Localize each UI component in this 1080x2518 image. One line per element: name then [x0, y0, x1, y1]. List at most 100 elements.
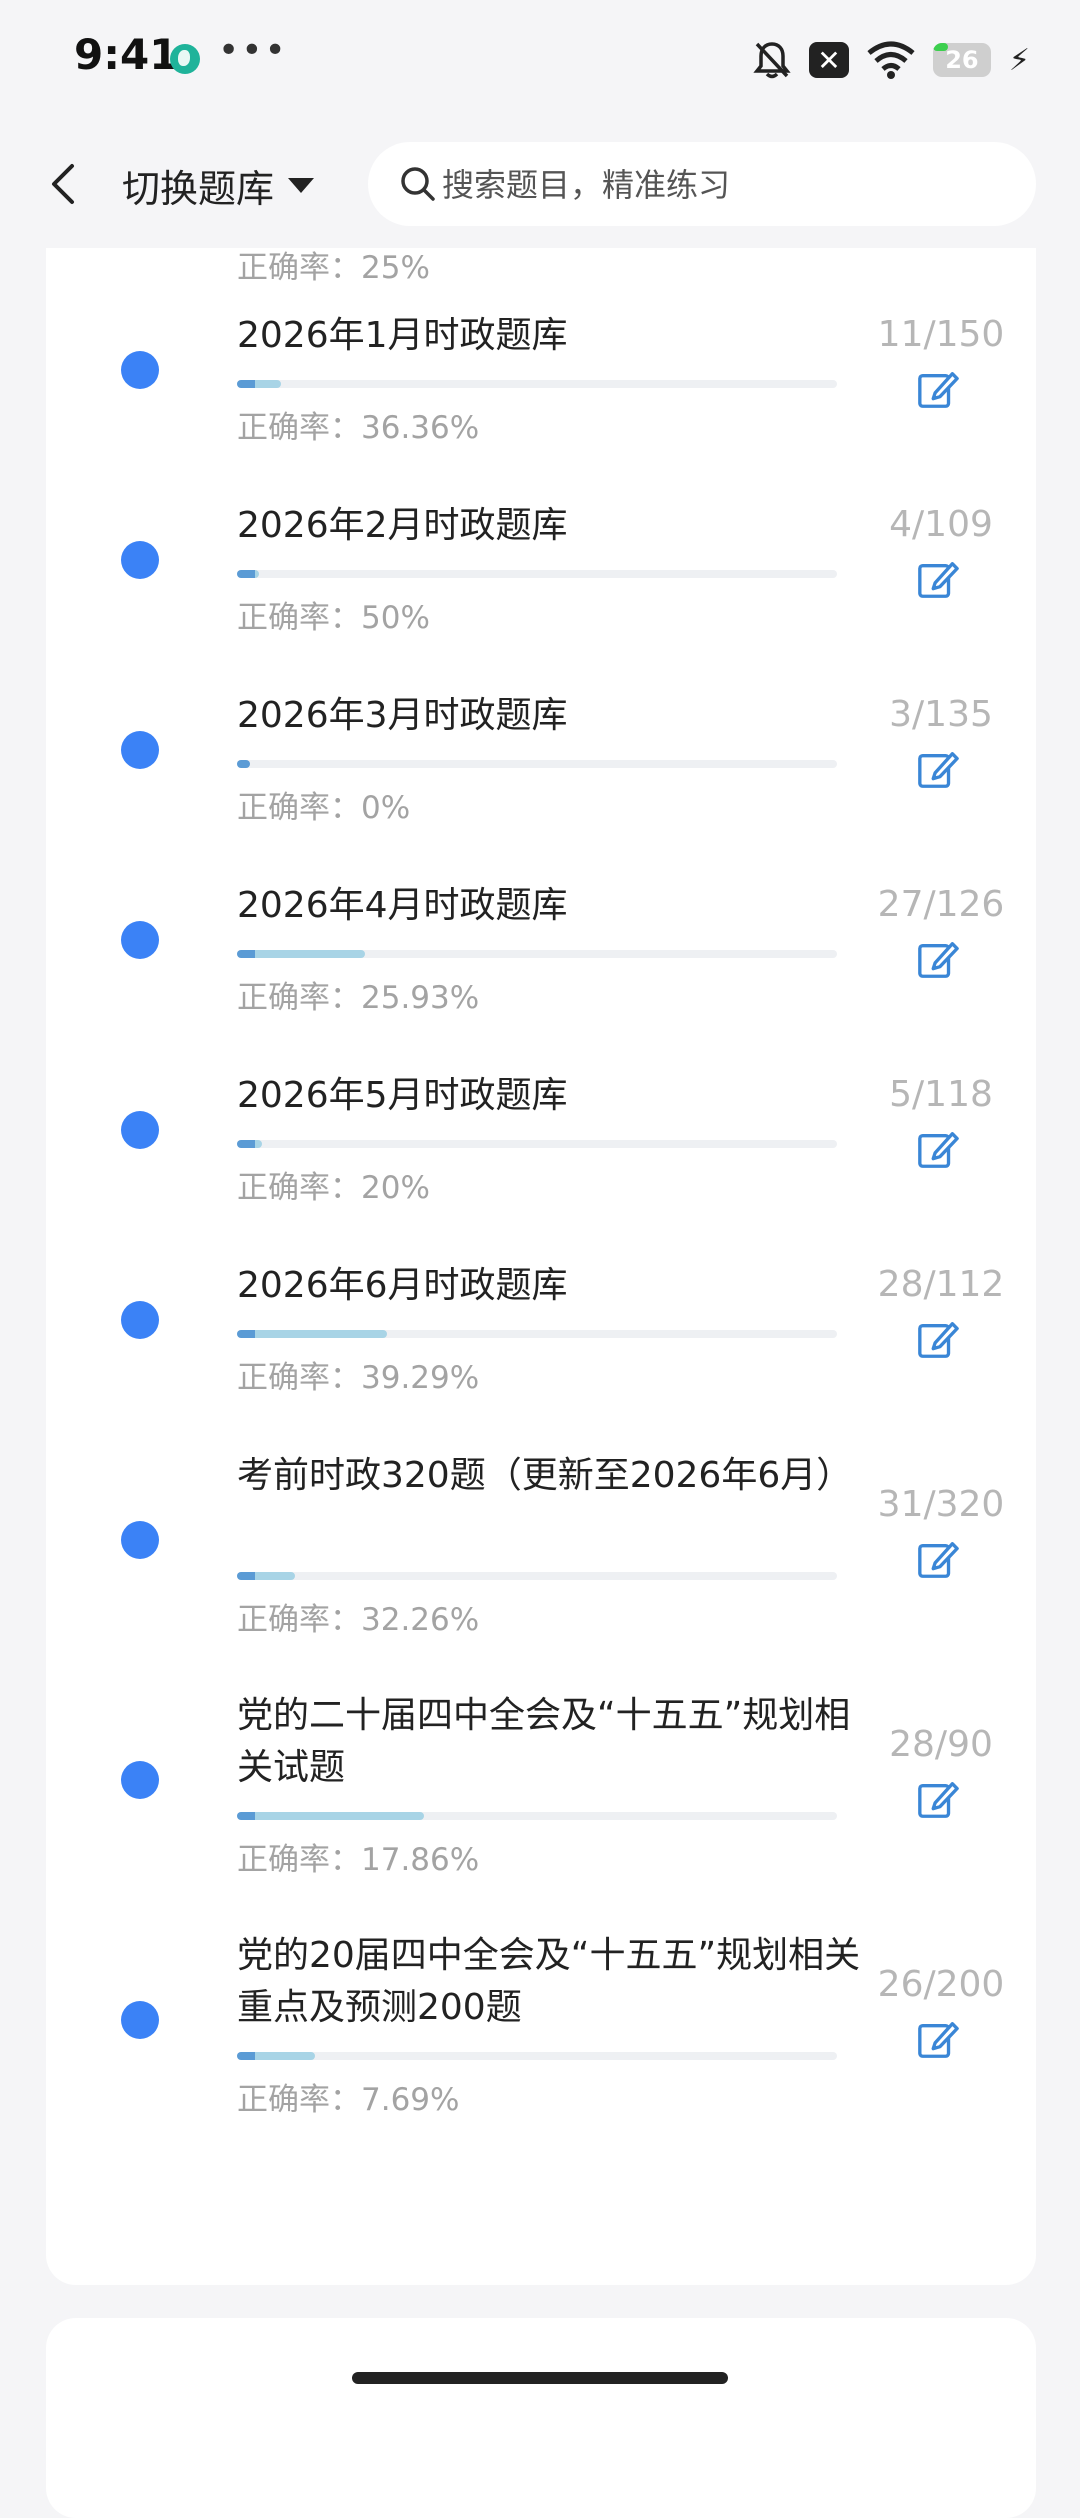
item-title: 党的20届四中全会及“十五五”规划相关重点及预测200题 [237, 1935, 861, 2028]
progress-track [237, 2052, 837, 2060]
back-arrow-icon[interactable] [44, 160, 84, 208]
progress-fill [237, 1812, 424, 1820]
progress-track [237, 760, 837, 768]
status-dot [121, 1761, 159, 1799]
progress-count: 27/126 [877, 884, 1005, 925]
list-item[interactable]: 党的二十届四中全会及“十五五”规划相关试题 正确率：17.86% 28/90 [46, 1670, 1036, 1900]
progress-track [237, 950, 837, 958]
item-title: 2026年3月时政题库 [237, 695, 568, 736]
status-dot [121, 731, 159, 769]
progress-count: 26/200 [877, 1964, 1005, 2005]
accuracy-value: 39.29% [361, 1360, 480, 1396]
caret-down-icon[interactable] [288, 178, 314, 193]
edit-icon[interactable] [916, 558, 960, 602]
accuracy-label: 正确率： [237, 1842, 361, 1878]
list-item[interactable]: 考前时政320题（更新至2026年6月） 正确率：32.26% 31/320 [46, 1430, 1036, 1660]
accuracy-text: 正确率：20% [237, 1162, 430, 1207]
status-time: 9:41 [74, 30, 179, 79]
accuracy-value: 25.93% [361, 980, 480, 1016]
progress-fill [237, 1572, 295, 1580]
edit-icon[interactable] [916, 1128, 960, 1172]
item-title: 2026年2月时政题库 [237, 505, 568, 546]
progress-track [237, 570, 837, 578]
status-dot [121, 541, 159, 579]
accuracy-value: 50% [361, 600, 430, 636]
status-icons: ✕ 26 ⚡ [753, 36, 1030, 84]
progress-track [237, 1572, 837, 1580]
progress-count: 3/135 [889, 694, 993, 735]
accuracy-value: 20% [361, 1170, 430, 1206]
edit-icon[interactable] [916, 1778, 960, 1822]
progress-track [237, 1330, 837, 1338]
accuracy-text: 正确率：32.26% [237, 1594, 479, 1639]
status-dot [121, 1111, 159, 1149]
item-title: 2026年5月时政题库 [237, 1075, 568, 1116]
wifi-icon [867, 41, 915, 79]
search-input[interactable] [440, 142, 1004, 228]
progress-fill [237, 380, 281, 388]
home-indicator[interactable] [352, 2372, 728, 2384]
list-item[interactable]: 2026年5月时政题库正确率：20% 5/118 [46, 1050, 1036, 1240]
item-title: 2026年1月时政题库 [237, 315, 568, 356]
status-dot [121, 351, 159, 389]
globe-icon [170, 44, 200, 74]
accuracy-text: 正确率：17.86% [237, 1834, 479, 1879]
edit-icon[interactable] [916, 2018, 960, 2062]
progress-fill [237, 950, 365, 958]
accuracy-value: 17.86% [361, 1842, 480, 1878]
progress-fill [237, 1330, 387, 1338]
more-notifications-icon: ••• [218, 30, 288, 71]
accuracy-value: 7.69% [361, 2082, 460, 2118]
progress-fill [237, 1140, 262, 1148]
edit-icon[interactable] [916, 748, 960, 792]
accuracy-text: 正确率：36.36% [237, 402, 479, 447]
accuracy-label: 正确率： [237, 410, 361, 446]
accuracy-text: 正确率：25.93% [237, 972, 479, 1017]
close-box-icon: ✕ [808, 42, 849, 78]
accuracy-label: 正确率： [237, 1602, 361, 1638]
accuracy-label: 正确率： [237, 2082, 361, 2118]
bell-muted-icon [753, 42, 791, 79]
progress-track [237, 380, 837, 388]
list-item[interactable]: 2026年2月时政题库 正确率：50% 4/109 [46, 480, 1036, 670]
item-title: 考前时政320题（更新至2026年6月） [237, 1455, 853, 1496]
progress-fill [237, 570, 259, 578]
accuracy-text: 正确率：50% [237, 592, 430, 637]
accuracy-label: 正确率： [237, 790, 361, 826]
accuracy-label: 正确率： [237, 250, 361, 286]
accuracy-value: 25% [361, 250, 430, 286]
progress-track [237, 1140, 837, 1148]
edit-icon[interactable] [916, 368, 960, 412]
switch-bank-title[interactable]: 切换题库 [122, 158, 274, 213]
progress-track [237, 1812, 837, 1820]
accuracy-label: 正确率： [237, 1170, 361, 1206]
charging-icon: ⚡ [1008, 42, 1030, 78]
edit-icon[interactable] [916, 1318, 960, 1362]
list-item[interactable]: 2026年1月时政题库 正确率：36.36% 11/150 [46, 290, 1036, 480]
list-item[interactable]: 2026年4月时政题库正确率：25.93% 27/126 [46, 860, 1036, 1050]
app-header: 切换题库 [0, 120, 1080, 248]
accuracy-text: 正确率：25% [237, 242, 430, 287]
item-title: 党的二十届四中全会及“十五五”规划相关试题 [237, 1695, 851, 1788]
item-title: 2026年4月时政题库 [237, 885, 568, 926]
list-item[interactable]: 党的20届四中全会及“十五五”规划相关重点及预测200题正确率：7.69% 26/… [46, 1910, 1036, 2140]
accuracy-value: 0% [361, 790, 411, 826]
list-item[interactable]: 2026年6月时政题库 正确率：39.29% 28/112 [46, 1240, 1036, 1430]
accuracy-text: 正确率：7.69% [237, 2074, 459, 2119]
list-item[interactable]: 2026年3月时政题库正确率：0% 3/135 [46, 670, 1036, 860]
status-bar: 9:41 ••• ✕ 26 ⚡ [0, 0, 1080, 120]
next-card [46, 2318, 1036, 2518]
progress-fill [237, 760, 250, 768]
progress-count: 5/118 [889, 1074, 993, 1115]
accuracy-label: 正确率： [237, 980, 361, 1016]
item-title: 2026年6月时政题库 [237, 1265, 568, 1306]
search-icon [401, 167, 435, 201]
edit-icon[interactable] [916, 1538, 960, 1582]
search-box[interactable] [368, 142, 1036, 228]
battery-level: 26 [945, 46, 979, 74]
accuracy-text: 正确率：0% [237, 782, 410, 827]
progress-count: 28/112 [877, 1264, 1005, 1305]
edit-icon[interactable] [916, 938, 960, 982]
status-dot [121, 1521, 159, 1559]
status-dot [121, 2001, 159, 2039]
